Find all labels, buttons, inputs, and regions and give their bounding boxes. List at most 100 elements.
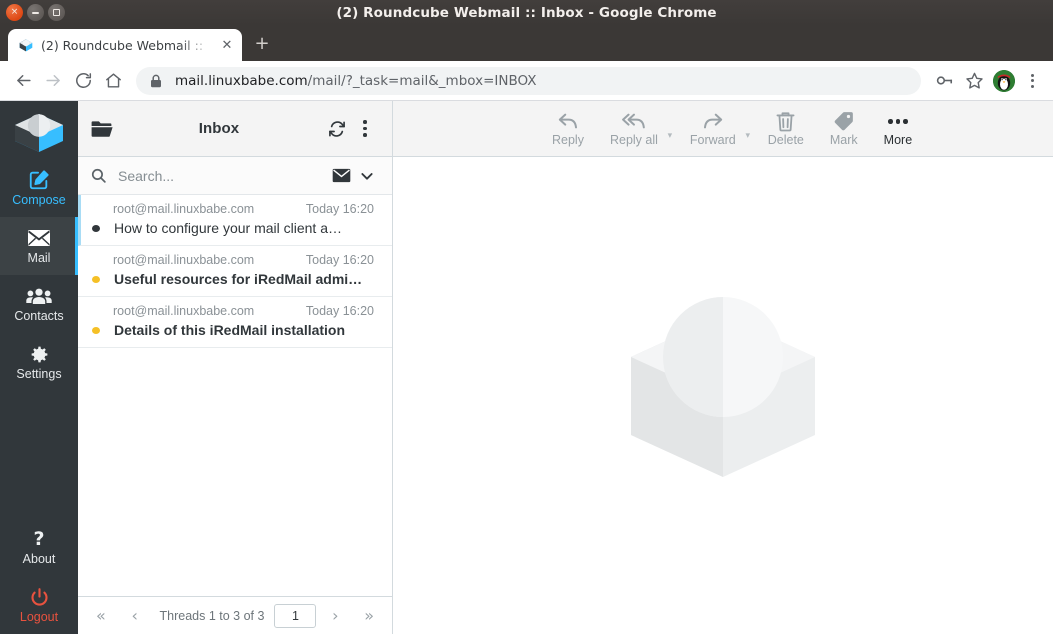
message-sender: root@mail.linuxbabe.com bbox=[113, 253, 255, 267]
toolbar-button-more[interactable]: More bbox=[871, 105, 925, 153]
toolbar-button-mark: Mark bbox=[817, 105, 871, 153]
reload-icon[interactable] bbox=[68, 66, 98, 96]
message-content-area: Reply Reply all ▾ Forward ▾ Delete Mark More bbox=[393, 101, 1053, 634]
message-subject-line: Details of this iRedMail installation bbox=[92, 322, 378, 338]
browser-window: × (2) Roundcube Webmail :: Inbox - Googl… bbox=[0, 0, 1053, 634]
close-icon: × bbox=[10, 7, 19, 17]
prev-page-button[interactable]: ‹ bbox=[120, 603, 150, 629]
search-input[interactable] bbox=[112, 167, 328, 184]
toolbar-button-label: More bbox=[883, 133, 913, 148]
message-meta: root@mail.linuxbabe.com Today 16:20 bbox=[92, 253, 378, 267]
unread-dot-icon[interactable] bbox=[92, 275, 100, 283]
minimize-icon bbox=[32, 11, 39, 14]
address-bar-url: mail.linuxbabe.com/mail/?_task=mail&_mbo… bbox=[175, 73, 537, 89]
three-dots-vertical-icon[interactable] bbox=[351, 115, 379, 143]
refresh-icon[interactable] bbox=[323, 115, 351, 143]
sidebar-item-contacts[interactable]: Contacts bbox=[0, 275, 78, 333]
table-row[interactable]: root@mail.linuxbabe.com Today 16:20 How to… bbox=[78, 195, 392, 246]
sidebar-item-mail[interactable]: Mail bbox=[0, 217, 78, 275]
window-minimize-button[interactable] bbox=[27, 4, 44, 21]
toolbar-button-reply: Reply bbox=[539, 105, 597, 153]
toolbar-group: Forward ▾ bbox=[677, 105, 755, 153]
forward-arrow-icon[interactable] bbox=[38, 66, 68, 96]
maximize-icon bbox=[53, 9, 60, 16]
sidebar-item-label: Compose bbox=[12, 193, 66, 208]
sidebar-item-logout[interactable]: Logout bbox=[0, 576, 78, 634]
message-sender: root@mail.linuxbabe.com bbox=[113, 304, 255, 318]
message-list-title: Inbox bbox=[198, 120, 240, 137]
toolbar-button-label: Forward bbox=[689, 133, 736, 148]
power-icon bbox=[29, 586, 50, 608]
toolbar-button-label: Reply bbox=[552, 133, 584, 148]
toolbar-button-label: Mark bbox=[829, 133, 858, 148]
message-list[interactable]: root@mail.linuxbabe.com Today 16:20 How to… bbox=[78, 195, 392, 596]
toolbar-group: Mark bbox=[817, 105, 871, 153]
message-preview-empty bbox=[393, 157, 1053, 634]
message-subject: How to configure your mail client a… bbox=[114, 220, 342, 236]
app-sidebar: Compose Mail Contacts Settings ? About L… bbox=[0, 101, 78, 634]
search-bar bbox=[78, 157, 392, 195]
window-maximize-button[interactable] bbox=[48, 4, 65, 21]
sidebar-item-label: Contacts bbox=[14, 309, 64, 324]
window-close-button[interactable]: × bbox=[6, 4, 23, 21]
table-row[interactable]: root@mail.linuxbabe.com Today 16:20 Useful… bbox=[78, 246, 392, 297]
roundcube-logo-icon bbox=[18, 37, 34, 53]
message-sender: root@mail.linuxbabe.com bbox=[113, 202, 255, 216]
page-number-input[interactable] bbox=[274, 603, 317, 628]
search-scope-envelope-icon[interactable] bbox=[328, 163, 354, 189]
message-date: Today 16:20 bbox=[305, 202, 374, 216]
back-arrow-icon[interactable] bbox=[8, 66, 38, 96]
chevron-down-icon[interactable]: ▾ bbox=[741, 131, 755, 141]
browser-tabstrip: (2) Roundcube Webmail :: ✕ + bbox=[0, 25, 1053, 61]
chevron-down-icon[interactable] bbox=[354, 163, 380, 189]
sidebar-item-about[interactable]: ? About bbox=[0, 518, 78, 576]
message-date: Today 16:20 bbox=[305, 304, 374, 318]
search-icon bbox=[90, 167, 112, 184]
message-subject-line: Useful resources for iRedMail admi… bbox=[92, 271, 378, 287]
message-subject-line: How to configure your mail client a… bbox=[92, 220, 378, 236]
lock-icon bbox=[150, 74, 164, 88]
read-dot-icon[interactable] bbox=[92, 224, 100, 232]
window-titlebar: × (2) Roundcube Webmail :: Inbox - Googl… bbox=[0, 0, 1053, 25]
toolbar-button-delete: Delete bbox=[755, 105, 817, 153]
table-row[interactable]: root@mail.linuxbabe.com Today 16:20 Detail… bbox=[78, 297, 392, 348]
envelope-icon bbox=[27, 227, 51, 249]
tab-close-icon[interactable]: ✕ bbox=[218, 36, 236, 54]
sidebar-item-compose[interactable]: Compose bbox=[0, 159, 78, 217]
last-page-button[interactable]: » bbox=[354, 603, 384, 629]
reply-arrow-icon bbox=[557, 110, 579, 132]
key-icon[interactable] bbox=[929, 66, 959, 96]
next-page-button[interactable]: › bbox=[320, 603, 350, 629]
folder-open-icon[interactable] bbox=[91, 120, 115, 138]
toolbar-button-label: Delete bbox=[767, 133, 804, 148]
browser-toolbar: mail.linuxbabe.com/mail/?_task=mail&_mbo… bbox=[0, 61, 1053, 101]
toolbar-group: Delete bbox=[755, 105, 817, 153]
gear-icon bbox=[29, 343, 50, 365]
home-icon[interactable] bbox=[98, 66, 128, 96]
first-page-button[interactable]: « bbox=[86, 603, 116, 629]
message-list-header: Inbox bbox=[78, 101, 392, 157]
sidebar-item-label: About bbox=[22, 552, 56, 567]
compose-pencil-icon bbox=[28, 169, 50, 191]
message-subject: Details of this iRedMail installation bbox=[114, 322, 346, 338]
new-tab-button[interactable]: + bbox=[248, 30, 276, 58]
toolbar-group: Reply bbox=[539, 105, 597, 153]
address-bar[interactable]: mail.linuxbabe.com/mail/?_task=mail&_mbo… bbox=[136, 66, 921, 95]
chevron-down-icon[interactable]: ▾ bbox=[663, 131, 677, 141]
message-date: Today 16:20 bbox=[305, 253, 374, 267]
penguin-avatar[interactable] bbox=[993, 69, 1015, 92]
svg-text:?: ? bbox=[33, 528, 44, 550]
roundcube-logo bbox=[0, 101, 78, 159]
tag-icon bbox=[833, 110, 854, 132]
address-bar-host: mail.linuxbabe.com bbox=[175, 72, 308, 89]
three-dots-vertical-icon[interactable] bbox=[1019, 68, 1045, 94]
browser-tab[interactable]: (2) Roundcube Webmail :: ✕ bbox=[8, 29, 242, 61]
window-controls: × bbox=[0, 4, 65, 21]
sidebar-item-label: Logout bbox=[19, 610, 59, 625]
contacts-people-icon bbox=[26, 285, 52, 307]
unread-dot-icon[interactable] bbox=[92, 326, 100, 334]
star-icon[interactable] bbox=[959, 66, 989, 96]
sidebar-item-settings[interactable]: Settings bbox=[0, 333, 78, 391]
three-dots-horizontal-icon bbox=[888, 110, 908, 132]
